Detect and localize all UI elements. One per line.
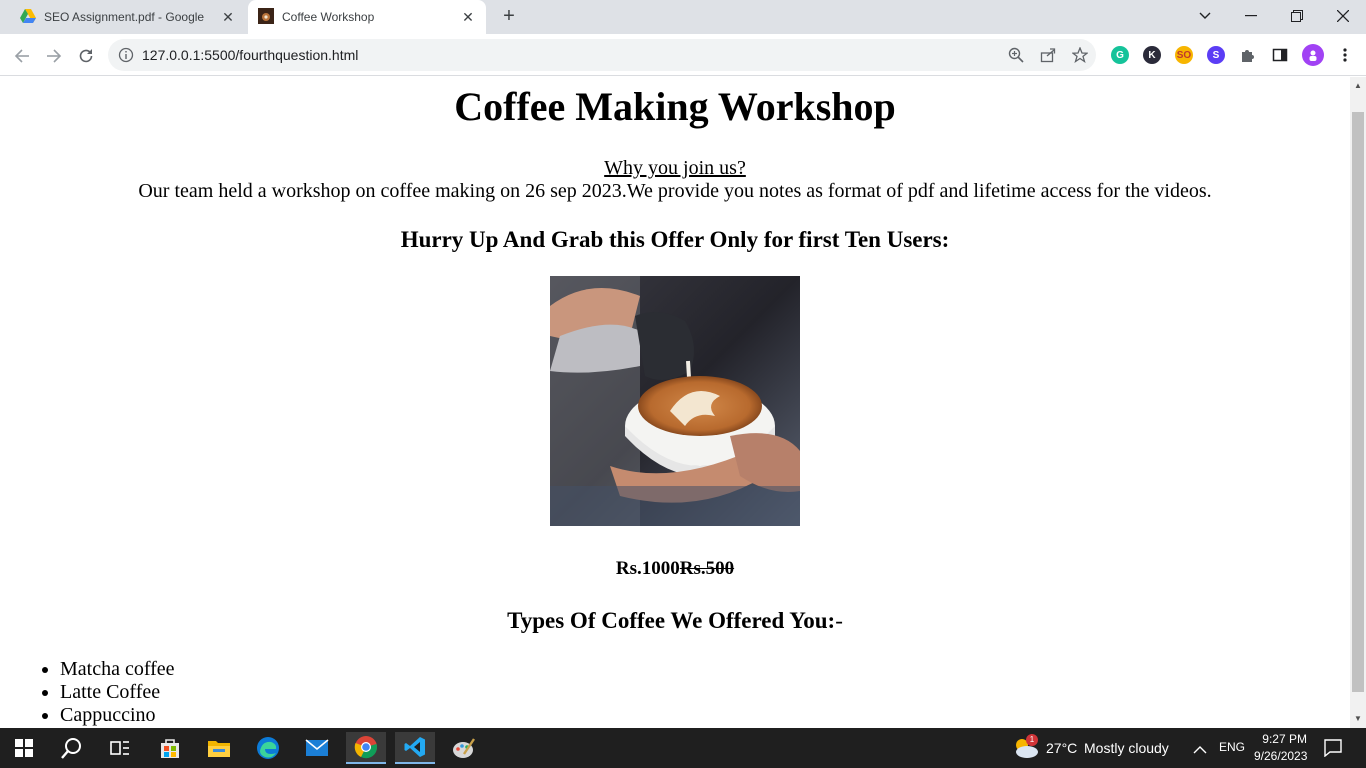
- page-scrollbar[interactable]: ▲ ▼: [1350, 77, 1366, 728]
- tab-title: Coffee Workshop: [282, 10, 375, 24]
- profile-avatar[interactable]: [1302, 44, 1324, 66]
- browser-menu-icon[interactable]: [1336, 46, 1354, 64]
- tab-search-icon[interactable]: [1182, 0, 1228, 32]
- browser-toolbar: 127.0.0.1:5500/fourthquestion.html G K S…: [0, 34, 1366, 76]
- google-drive-icon: [20, 8, 36, 26]
- types-heading-dash: -: [835, 608, 843, 633]
- windows-start-icon[interactable]: [4, 732, 44, 764]
- microsoft-store-icon[interactable]: [150, 732, 190, 764]
- price-line: Rs.1000Rs.500: [0, 558, 1350, 580]
- workshop-description: Our team held a workshop on coffee makin…: [138, 180, 1212, 202]
- edge-browser-icon[interactable]: [248, 732, 288, 764]
- scrollbar-thumb[interactable]: [1352, 112, 1364, 692]
- clock-date[interactable]: 9/26/2023: [1254, 749, 1307, 763]
- grammarly-extension-icon[interactable]: G: [1111, 46, 1129, 64]
- tab-title: SEO Assignment.pdf - Google D: [44, 10, 204, 24]
- clock-time[interactable]: 9:27 PM: [1261, 732, 1307, 746]
- list-item: Matcha coffee: [60, 658, 175, 681]
- latte-art-image: [550, 276, 800, 526]
- show-hidden-icons-icon[interactable]: [1193, 742, 1207, 760]
- s-extension-icon[interactable]: S: [1207, 46, 1225, 64]
- file-explorer-icon[interactable]: [199, 732, 239, 764]
- minimize-icon[interactable]: [1228, 0, 1274, 32]
- side-panel-icon[interactable]: [1271, 46, 1289, 64]
- list-item: Cappuccino: [60, 704, 175, 727]
- mail-icon[interactable]: [297, 732, 337, 764]
- price-new: Rs.1000: [615, 558, 680, 579]
- task-view-icon[interactable]: [100, 732, 140, 764]
- forward-icon[interactable]: [40, 42, 68, 70]
- tab-seo-assignment[interactable]: SEO Assignment.pdf - Google D ✕: [8, 0, 246, 34]
- weather-temp[interactable]: 27°C: [1046, 740, 1077, 756]
- weather-desc[interactable]: Mostly cloudy: [1084, 740, 1169, 756]
- scroll-down-icon[interactable]: ▼: [1354, 715, 1362, 723]
- why-link: Why you join us?: [604, 157, 746, 179]
- weather-cloud-icon[interactable]: 1: [1012, 734, 1040, 760]
- zoom-icon[interactable]: [1008, 47, 1024, 63]
- page-title: Coffee Making Workshop: [454, 84, 896, 129]
- input-language[interactable]: ENG: [1219, 740, 1245, 754]
- share-icon[interactable]: [1040, 47, 1056, 63]
- url-text[interactable]: 127.0.0.1:5500/fourthquestion.html: [142, 47, 358, 63]
- site-info-icon[interactable]: [118, 47, 134, 63]
- coffee-types-list: Matcha coffee Latte Coffee Cappuccino: [60, 658, 175, 727]
- types-heading-text: Types Of Coffee We Offered You:: [507, 608, 836, 633]
- coffee-types-heading: Types Of Coffee We Offered You:-: [0, 608, 1350, 634]
- list-item: Latte Coffee: [60, 681, 175, 704]
- bookmark-star-icon[interactable]: [1071, 46, 1089, 64]
- chrome-taskbar-icon[interactable]: [346, 732, 386, 764]
- windows-taskbar: 1 27°C Mostly cloudy ENG 9:27 PM 9/26/20…: [0, 728, 1366, 768]
- price-old: Rs.500: [679, 558, 735, 579]
- reload-icon[interactable]: [72, 42, 100, 70]
- back-icon[interactable]: [8, 42, 36, 70]
- weather-badge: 1: [1026, 734, 1038, 746]
- search-icon[interactable]: [52, 732, 92, 764]
- offer-heading: Hurry Up And Grab this Offer Only for fi…: [400, 227, 950, 252]
- paint-app-icon[interactable]: [444, 732, 484, 764]
- close-tab-icon[interactable]: ✕: [460, 9, 476, 25]
- page-viewport: Coffee Making Workshop Why you join us? …: [0, 77, 1350, 728]
- close-window-icon[interactable]: [1320, 0, 1366, 32]
- coffee-favicon: [258, 7, 274, 27]
- scroll-up-icon[interactable]: ▲: [1354, 82, 1362, 90]
- close-tab-icon[interactable]: ✕: [220, 9, 236, 25]
- notifications-icon[interactable]: [1324, 739, 1342, 762]
- browser-tab-strip: SEO Assignment.pdf - Google D ✕ Coffee W…: [0, 0, 1366, 34]
- extensions-puzzle-icon[interactable]: [1239, 46, 1257, 64]
- restore-icon[interactable]: [1274, 0, 1320, 32]
- so-extension-icon[interactable]: SO: [1175, 46, 1193, 64]
- vscode-taskbar-icon[interactable]: [395, 732, 435, 764]
- address-bar[interactable]: 127.0.0.1:5500/fourthquestion.html: [108, 39, 1096, 71]
- k-extension-icon[interactable]: K: [1143, 46, 1161, 64]
- new-tab-icon[interactable]: +: [498, 5, 520, 27]
- why-heading: Why you join us?: [0, 157, 1350, 180]
- tab-coffee-workshop[interactable]: Coffee Workshop ✕: [248, 0, 486, 34]
